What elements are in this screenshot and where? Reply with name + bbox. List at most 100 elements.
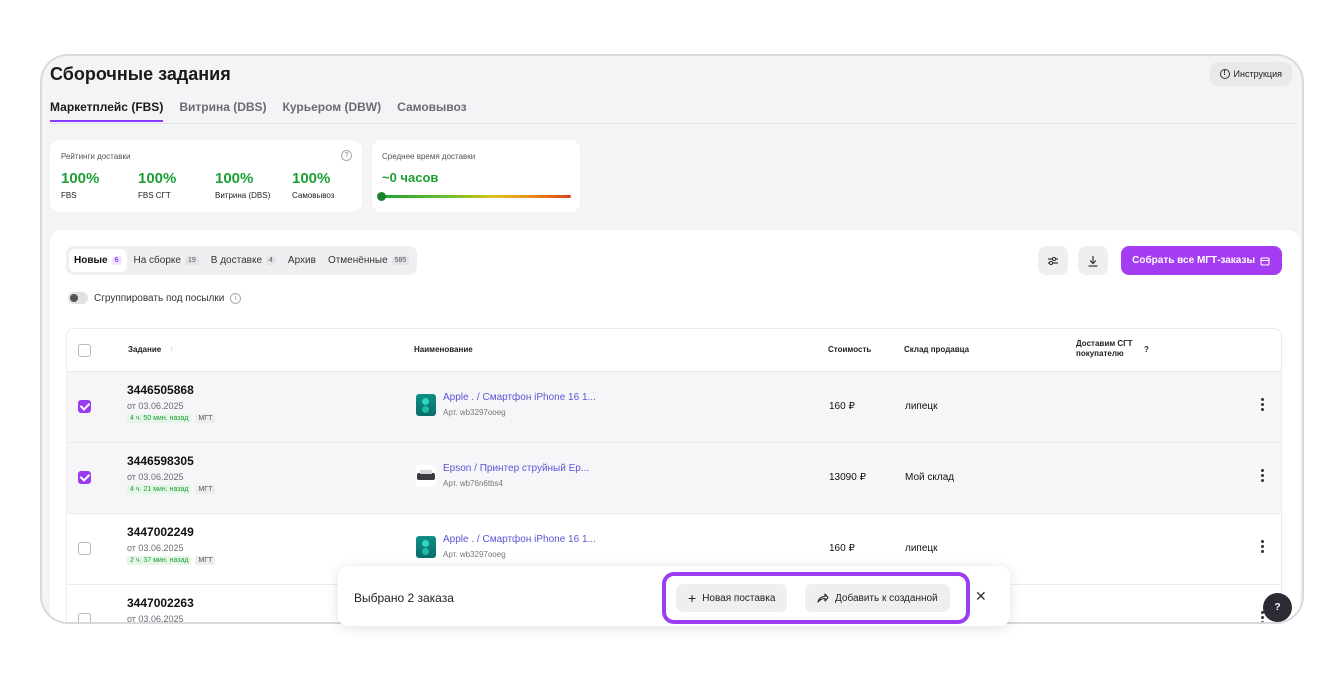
rating-stat: 100% FBS СГТ [138,170,176,200]
order-price: 160 ₽ [829,543,855,554]
tab-archive-label: Архив [287,255,316,266]
download-button[interactable] [1078,246,1108,275]
rating-stat: 100% Витрина (DBS) [215,170,270,200]
tab-dbs[interactable]: Витрина (DBS) [179,100,266,122]
collect-all-mgt-label: Собрать все МГТ-заказы [1132,255,1255,266]
more-vertical-icon[interactable] [1261,398,1265,411]
header-task[interactable]: Задание ↑ [128,345,173,354]
more-vertical-icon[interactable] [1261,540,1265,553]
product-name-link[interactable]: Apple . / Смартфон iPhone 16 1... [443,392,596,403]
order-tags: 4 ч. 21 мин. назад МГТ [127,485,216,494]
page-title: Сборочные задания [50,64,231,84]
tab-cancelled-count: 585 [391,256,410,265]
order-date: от 03.06.2025 [127,543,184,553]
tab-assembly[interactable]: На сборке 19 [129,249,204,272]
order-age-badge: 4 ч. 21 мин. назад [127,485,192,494]
rating-value: 100% [61,170,100,187]
header-sgt-line1: Доставим СГТ [1076,339,1133,348]
rating-value: 100% [215,170,254,187]
order-price: 160 ₽ [829,401,855,412]
rating-label: Витрина (DBS) [215,191,271,200]
selected-count-text: Выбрано 2 заказа [354,591,454,605]
product-name-link[interactable]: Epson / Принтер струйный Ep... [443,463,589,474]
help-icon[interactable]: ? [1144,345,1149,354]
order-warehouse: липецк [905,543,938,554]
order-id: 3446505868 [127,383,194,397]
tabs-divider [50,123,1294,124]
tab-assembly-count: 19 [184,256,199,265]
sort-arrow-icon[interactable]: ↑ [169,345,173,354]
info-icon[interactable]: i [230,292,242,304]
delivery-time-marker [377,192,386,201]
order-age-badge: 2 ч. 37 мин. назад [127,556,192,565]
group-parcels-switch[interactable] [68,292,88,304]
tab-cancelled[interactable]: Отменённые 585 [323,249,414,272]
order-price: 13090 ₽ [829,472,866,483]
tab-cancelled-label: Отменённые [327,255,388,266]
header-sgt: Доставим СГТ покупателю [1076,339,1133,359]
rating-value: 100% [292,170,331,187]
product-article: Арт. wb76n6tbs4 [443,479,503,488]
order-warehouse: Мой склад [905,472,955,483]
row-checkbox[interactable] [78,613,91,622]
app-window: Сборочные задания ! Инструкция Маркетпле… [40,54,1304,624]
tab-archive[interactable]: Архив [283,249,321,272]
product-thumbnail [416,465,436,487]
box-icon [1260,256,1270,266]
tab-new-label: Новые [74,255,108,266]
order-id: 3447002249 [127,525,194,539]
tab-dbw[interactable]: Курьером (DBW) [283,100,382,122]
group-parcels-toggle[interactable]: Сгруппировать под посылки i [68,292,242,304]
filter-settings-icon [1048,256,1058,265]
tab-pickup[interactable]: Самовывоз [397,100,467,122]
row-checkbox[interactable] [78,542,91,555]
order-date: от 03.06.2025 [127,401,184,411]
rating-stat: 100% FBS [61,170,99,200]
product-name-link[interactable]: Apple . / Смартфон iPhone 16 1... [443,534,596,545]
order-date: от 03.06.2025 [127,472,184,482]
table-row[interactable]: 3446505868 от 03.06.2025 4 ч. 50 мин. на… [67,372,1281,443]
row-checkbox[interactable] [78,400,91,413]
tab-fbs[interactable]: Маркетплейс (FBS) [50,100,164,122]
tab-delivery-label: В доставке [210,255,263,266]
highlight-outline [662,572,970,624]
status-tabs: Новые 6 На сборке 19 В доставке 4 Архив … [66,246,418,275]
ratings-caption: Рейтинги доставки [61,152,131,161]
info-icon[interactable]: ? [341,150,352,161]
orders-panel: Новые 6 На сборке 19 В доставке 4 Архив … [50,230,1300,622]
instructions-button[interactable]: ! Инструкция [1209,62,1292,86]
tab-delivery[interactable]: В доставке 4 [206,249,281,272]
main-tabs: Маркетплейс (FBS) Витрина (DBS) Курьером… [50,100,467,122]
filter-settings-button[interactable] [1038,246,1068,275]
collect-all-mgt-button[interactable]: Собрать все МГТ-заказы [1121,246,1282,275]
order-warehouse: липецк [905,401,938,412]
row-checkbox[interactable] [78,471,91,484]
rating-label: FBS СГТ [138,191,171,200]
product-article: Арт. wb3297ooeg [443,550,506,559]
rating-label: FBS [61,191,77,200]
group-parcels-label: Сгруппировать под посылки [94,292,225,304]
order-age-badge: 4 ч. 50 мин. назад [127,414,192,423]
select-all-checkbox[interactable] [78,344,91,357]
tab-new-count: 6 [111,256,122,265]
order-tags: 4 ч. 50 мин. назад МГТ [127,414,216,423]
order-tags: 2 ч. 37 мин. назад МГТ [127,556,216,565]
order-id: 3447002263 [127,596,194,610]
product-thumbnail [416,536,436,558]
header-task-label: Задание [128,345,162,354]
rating-label: Самовывоз [292,191,335,200]
order-id: 3446598305 [127,454,194,468]
delivery-time-caption: Среднее время доставки [382,152,476,161]
header-price: Стоимость [828,345,872,354]
more-vertical-icon[interactable] [1261,469,1265,482]
tab-new[interactable]: Новые 6 [69,249,127,272]
product-article: Арт. wb3297ooeg [443,408,506,417]
mgt-badge: МГТ [195,556,216,565]
tab-assembly-label: На сборке [133,255,181,266]
table-row[interactable]: 3446598305 от 03.06.2025 4 ч. 21 мин. на… [67,443,1281,514]
header-name: Наименование [414,345,473,354]
rating-value: 100% [138,170,177,187]
close-icon[interactable]: ✕ [975,588,987,605]
download-icon [1088,255,1098,267]
help-fab-button[interactable]: ? [1263,593,1292,622]
